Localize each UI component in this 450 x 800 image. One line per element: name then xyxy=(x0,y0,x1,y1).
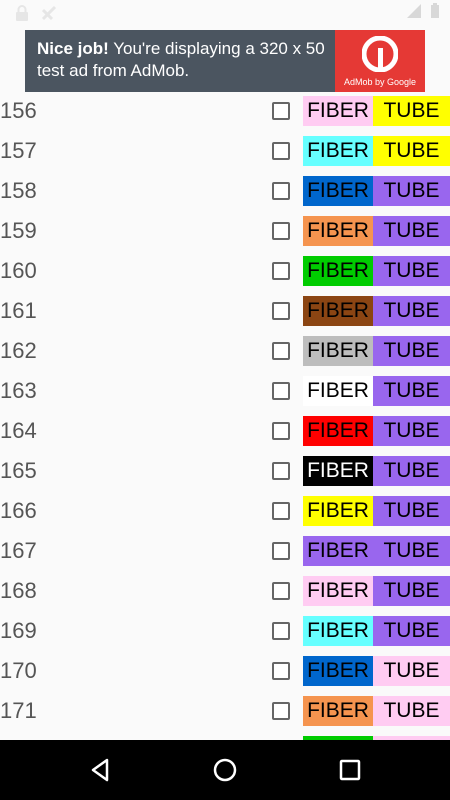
list-item: 161 FIBER TUBE xyxy=(0,292,450,332)
list-item: 170 FIBER TUBE xyxy=(0,652,450,692)
list-item: 169 FIBER TUBE xyxy=(0,612,450,652)
row-checkbox[interactable] xyxy=(272,222,290,240)
cellular-signal-icon xyxy=(407,4,421,18)
tube-color-label: TUBE xyxy=(373,96,450,126)
tube-color-label: TUBE xyxy=(373,216,450,246)
home-icon[interactable] xyxy=(210,755,240,785)
row-checkbox[interactable] xyxy=(272,582,290,600)
navigation-bar xyxy=(0,740,450,800)
row-checkbox[interactable] xyxy=(272,342,290,360)
admob-mark-icon xyxy=(362,36,398,72)
row-checkbox[interactable] xyxy=(272,462,290,480)
list-item: 157 FIBER TUBE xyxy=(0,132,450,172)
row-checkbox[interactable] xyxy=(272,702,290,720)
fiber-color-label: FIBER xyxy=(303,456,373,486)
row-number: 167 xyxy=(0,538,37,563)
tube-color-label: TUBE xyxy=(373,136,450,166)
battery-icon xyxy=(431,3,439,18)
row-number: 171 xyxy=(0,698,37,723)
tube-color-label: TUBE xyxy=(373,576,450,606)
fiber-color-label: FIBER xyxy=(303,616,373,646)
row-checkbox[interactable] xyxy=(272,622,290,640)
row-number: 157 xyxy=(0,138,37,163)
fiber-color-label: FIBER xyxy=(303,576,373,606)
row-number: 161 xyxy=(0,298,37,323)
list-item: 163 FIBER TUBE xyxy=(0,372,450,412)
fiber-color-label: FIBER xyxy=(303,296,373,326)
fiber-color-label: FIBER xyxy=(303,216,373,246)
list-item: 162 FIBER TUBE xyxy=(0,332,450,372)
list-item xyxy=(0,732,450,740)
tube-color-label: TUBE xyxy=(373,176,450,206)
row-number: 163 xyxy=(0,378,37,403)
fiber-color-label: FIBER xyxy=(303,336,373,366)
row-checkbox[interactable] xyxy=(272,182,290,200)
admob-logo: AdMob by Google xyxy=(335,30,425,92)
list-item: 164 FIBER TUBE xyxy=(0,412,450,452)
list-item: 160 FIBER TUBE xyxy=(0,252,450,292)
row-number: 165 xyxy=(0,458,37,483)
fiber-color-label: FIBER xyxy=(303,416,373,446)
list-item: 167 FIBER TUBE xyxy=(0,532,450,572)
row-number: 166 xyxy=(0,498,37,523)
list-item: 171 FIBER TUBE xyxy=(0,692,450,732)
row-checkbox[interactable] xyxy=(272,502,290,520)
ad-headline: Nice job! xyxy=(37,39,109,58)
row-checkbox[interactable] xyxy=(272,262,290,280)
lock-icon xyxy=(16,5,28,21)
row-checkbox[interactable] xyxy=(272,422,290,440)
status-bar xyxy=(0,0,450,25)
tube-color-label: TUBE xyxy=(373,256,450,286)
list-item: 158 FIBER TUBE xyxy=(0,172,450,212)
row-checkbox[interactable] xyxy=(272,382,290,400)
signal-off-icon xyxy=(41,5,57,21)
list-item: 156 FIBER TUBE xyxy=(0,92,450,132)
tube-color-label: TUBE xyxy=(373,616,450,646)
list-item: 166 FIBER TUBE xyxy=(0,492,450,532)
row-number: 168 xyxy=(0,578,37,603)
fiber-color-label: FIBER xyxy=(303,656,373,686)
row-checkbox[interactable] xyxy=(272,142,290,160)
row-number: 169 xyxy=(0,618,37,643)
list-item: 165 FIBER TUBE xyxy=(0,452,450,492)
row-number: 170 xyxy=(0,658,37,683)
row-number: 160 xyxy=(0,258,37,283)
tube-color-label: TUBE xyxy=(373,536,450,566)
row-checkbox[interactable] xyxy=(272,302,290,320)
row-number: 159 xyxy=(0,218,37,243)
fiber-color-label: FIBER xyxy=(303,136,373,166)
tube-color-label: TUBE xyxy=(373,296,450,326)
list-item: 168 FIBER TUBE xyxy=(0,572,450,612)
tube-color-label: TUBE xyxy=(373,456,450,486)
tube-color-label: TUBE xyxy=(373,656,450,686)
fiber-list[interactable]: 156 FIBER TUBE 157 FIBER TUBE 158 FIBER TUBE 159 F… xyxy=(0,92,450,740)
back-icon[interactable] xyxy=(85,755,115,785)
row-checkbox[interactable] xyxy=(272,662,290,680)
tube-color-label: TUBE xyxy=(373,376,450,406)
row-number: 162 xyxy=(0,338,37,363)
row-checkbox[interactable] xyxy=(272,542,290,560)
tube-color-label: TUBE xyxy=(373,696,450,726)
tube-color-label: TUBE xyxy=(373,416,450,446)
fiber-color-label: FIBER xyxy=(303,96,373,126)
row-number: 156 xyxy=(0,98,37,123)
recent-apps-icon[interactable] xyxy=(335,755,365,785)
tube-color-label: TUBE xyxy=(373,336,450,366)
fiber-color-label: FIBER xyxy=(303,696,373,726)
row-number: 164 xyxy=(0,418,37,443)
fiber-color-label: FIBER xyxy=(303,496,373,526)
fiber-color-label: FIBER xyxy=(303,256,373,286)
admob-brand: AdMob by Google xyxy=(343,77,417,87)
fiber-color-label: FIBER xyxy=(303,376,373,406)
fiber-color-label: FIBER xyxy=(303,176,373,206)
ad-text: Nice job! You're displaying a 320 x 50 t… xyxy=(37,38,337,82)
row-number: 158 xyxy=(0,178,37,203)
list-item: 159 FIBER TUBE xyxy=(0,212,450,252)
row-checkbox[interactable] xyxy=(272,102,290,120)
tube-color-label: TUBE xyxy=(373,496,450,526)
fiber-color-label: FIBER xyxy=(303,536,373,566)
admob-banner[interactable]: Nice job! You're displaying a 320 x 50 t… xyxy=(25,30,425,92)
